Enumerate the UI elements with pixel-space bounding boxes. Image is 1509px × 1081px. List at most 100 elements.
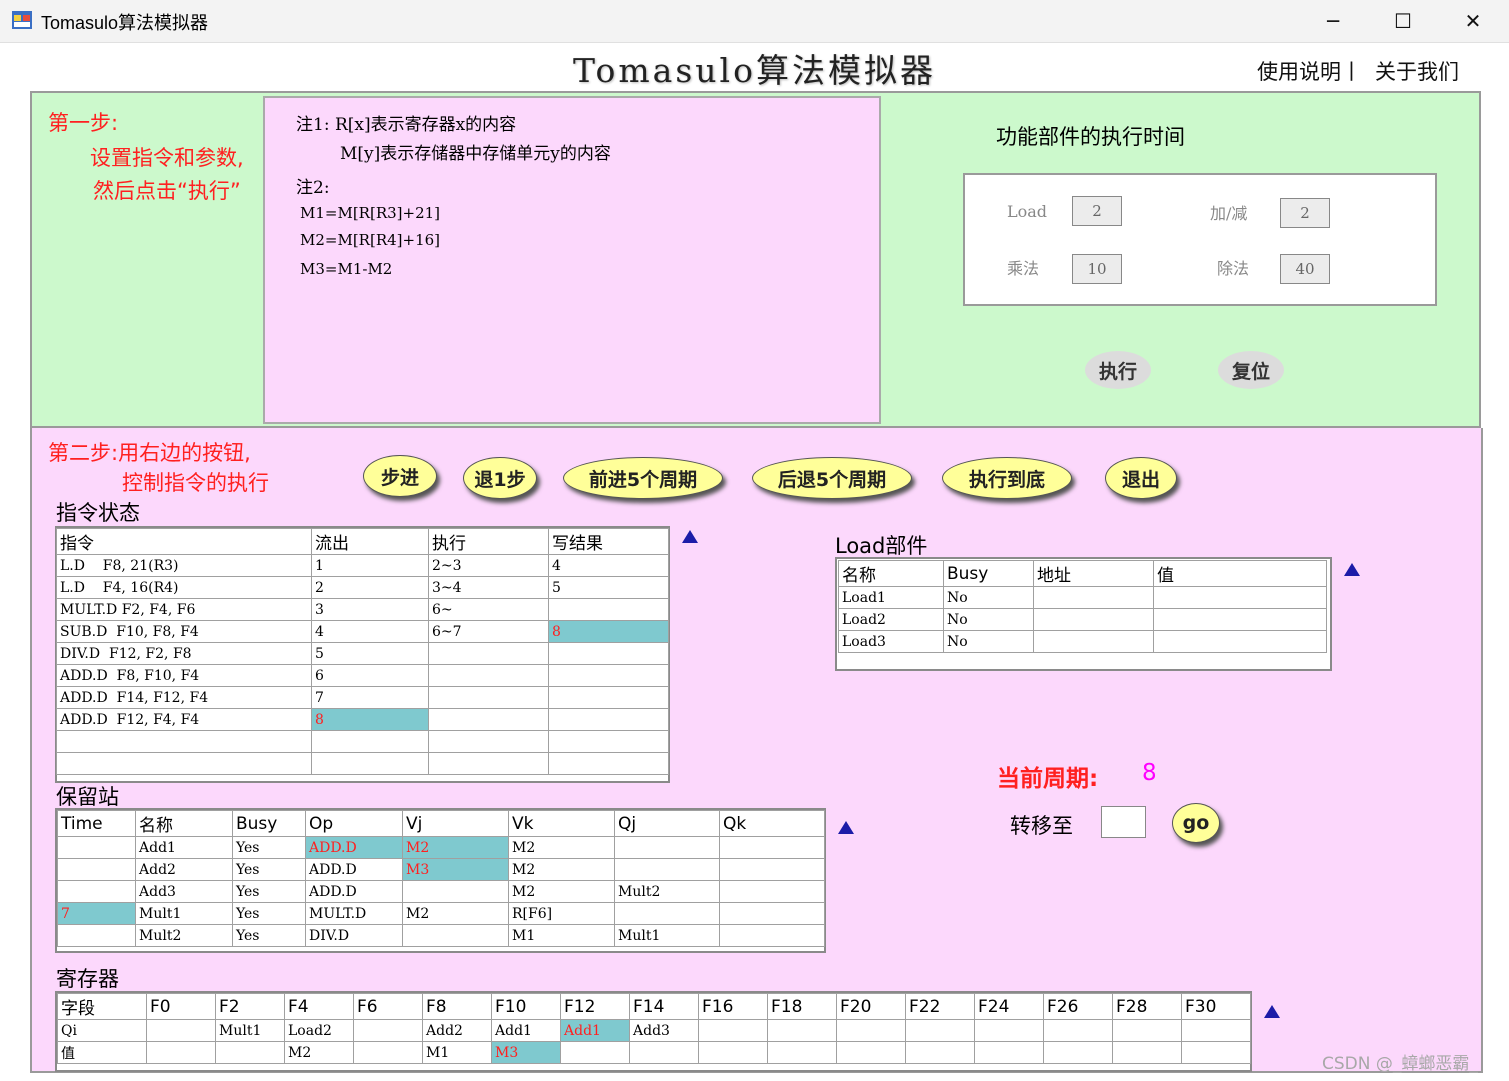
issue-cell-highlight: 8 [311,708,429,731]
step1-line1: 设置指令和参数, [90,146,244,170]
reg-qi-cell [698,1019,768,1042]
rs-vk-cell: M1 [508,924,615,947]
add-time-label: 加/减 [1210,204,1248,223]
rs-busy-header: Busy [232,810,306,837]
reg-value-cell [974,1041,1044,1064]
help-link[interactable]: 使用说明丨 [1257,56,1362,86]
reg-f18-header: F18 [767,993,837,1020]
table-row[interactable] [56,752,669,775]
register-title: 寄存器 [56,967,119,991]
instr-cell: ADD.D F12, F4, F4 [56,708,312,731]
reg-value-cell [353,1041,423,1064]
table-row[interactable]: DIV.D F12, F2, F8 5 [56,642,669,665]
reg-f20-header: F20 [836,993,906,1020]
reg-f14-header: F14 [629,993,699,1020]
rs-scroll-up-icon[interactable] [838,821,854,834]
rs-qj-cell [614,902,720,925]
instr-status-scroll-up-icon[interactable] [682,530,698,543]
exec-cell [428,752,549,775]
table-row[interactable]: Load2 No [838,608,1327,631]
step-button[interactable]: 步进 [363,455,437,497]
reg-value-cell [1043,1041,1113,1064]
add-time-input[interactable]: 2 [1280,198,1330,228]
write-cell: 5 [548,576,669,599]
instr-cell: SUB.D F10, F8, F4 [56,620,312,643]
load-time-input[interactable]: 2 [1072,196,1122,226]
table-row[interactable]: Load1 No [838,586,1327,609]
table-row[interactable]: ADD.D F12, F4, F4 8 [56,708,669,731]
run-to-end-button[interactable]: 执行到底 [942,457,1072,499]
maximize-button[interactable]: ☐ [1368,0,1438,42]
rs-busy-cell: Yes [232,836,306,859]
execute-button[interactable]: 执行 [1085,351,1151,389]
issue-cell: 5 [311,642,429,665]
forward5-button[interactable]: 前进5个周期 [563,457,723,499]
table-row[interactable]: L.D F8, 21(R3) 1 2~3 4 [56,554,669,577]
exec-cell [428,730,549,753]
reg-qi-cell [1181,1019,1251,1042]
goto-input[interactable] [1101,806,1146,838]
table-row[interactable]: Add3 Yes ADD.D M2 Mult2 [57,880,825,903]
table-row[interactable]: ADD.D F14, F12, F4 7 [56,686,669,709]
rs-vj-cell [402,924,509,947]
load-header-row: 名称 Busy 地址 值 [838,560,1327,587]
rs-vk-header: Vk [508,810,615,837]
reg-value-cell: M1 [422,1041,492,1064]
reg-value-cell-highlight: M3 [491,1041,561,1064]
close-button[interactable]: ✕ [1438,0,1508,42]
reset-button[interactable]: 复位 [1218,351,1284,389]
instr-col-header: 指令 [56,528,312,555]
instr-status-title: 指令状态 [56,501,140,525]
rs-busy-cell: Yes [232,902,306,925]
rs-time-cell [57,924,136,947]
rs-time-cell [57,836,136,859]
rs-vk-cell: M2 [508,880,615,903]
reg-f16-header: F16 [698,993,768,1020]
issue-cell: 6 [311,664,429,687]
table-row[interactable]: ADD.D F8, F10, F4 6 [56,664,669,687]
load-unit-scroll-up-icon[interactable] [1344,563,1360,576]
table-row[interactable] [56,730,669,753]
table-row[interactable]: 值 M2 M1 M3 [57,1041,1251,1064]
rs-vj-cell [402,880,509,903]
register-scroll-up-icon[interactable] [1264,1005,1280,1018]
rs-name-cell: Add1 [135,836,233,859]
table-row[interactable]: SUB.D F10, F8, F4 4 6~7 8 [56,620,669,643]
table-row[interactable]: MULT.D F2, F4, F6 3 6~ [56,598,669,621]
reg-qi-label: Qi [57,1019,147,1042]
minimize-button[interactable]: ─ [1298,0,1368,42]
table-row[interactable]: Mult2 Yes DIV.D M1 Mult1 [57,924,825,947]
table-row[interactable]: 7 Mult1 Yes MULT.D M2 R[F6] [57,902,825,925]
exec-cell: 3~4 [428,576,549,599]
instr-cell: L.D F8, 21(R3) [56,554,312,577]
table-row[interactable]: Qi Mult1 Load2 Add2 Add1 Add1 Add3 [57,1019,1251,1042]
div-time-input[interactable]: 40 [1280,254,1330,284]
rs-qk-cell [719,902,825,925]
rs-busy-cell: Yes [232,924,306,947]
rs-op-cell: ADD.D [305,858,403,881]
reg-value-cell [629,1041,699,1064]
exit-button[interactable]: 退出 [1105,457,1177,499]
rs-op-cell: MULT.D [305,902,403,925]
note2-m1: M1=M[R[R3]+21] [300,204,441,222]
exec-col-header: 执行 [428,528,549,555]
rs-qk-header: Qk [719,810,825,837]
step1-line2: 然后点击“执行” [93,179,241,203]
reg-f2-header: F2 [215,993,285,1020]
write-cell: 4 [548,554,669,577]
reg-f8-header: F8 [422,993,492,1020]
reg-value-cell [1112,1041,1182,1064]
table-row[interactable]: Add1 Yes ADD.D M2 M2 [57,836,825,859]
table-row[interactable]: L.D F4, 16(R4) 2 3~4 5 [56,576,669,599]
table-row[interactable]: Add2 Yes ADD.D M3 M2 [57,858,825,881]
table-row[interactable]: Load3 No [838,630,1327,653]
rs-op-header: Op [305,810,403,837]
reg-f30-header: F30 [1181,993,1251,1020]
rs-title: 保留站 [56,785,119,809]
about-link[interactable]: 关于我们 [1375,56,1459,86]
back-step-button[interactable]: 退1步 [463,457,537,499]
load-unit-title: Load部件 [835,534,928,558]
back5-button[interactable]: 后退5个周期 [752,457,912,499]
mul-time-input[interactable]: 10 [1072,254,1122,284]
go-button[interactable]: go [1172,803,1220,843]
